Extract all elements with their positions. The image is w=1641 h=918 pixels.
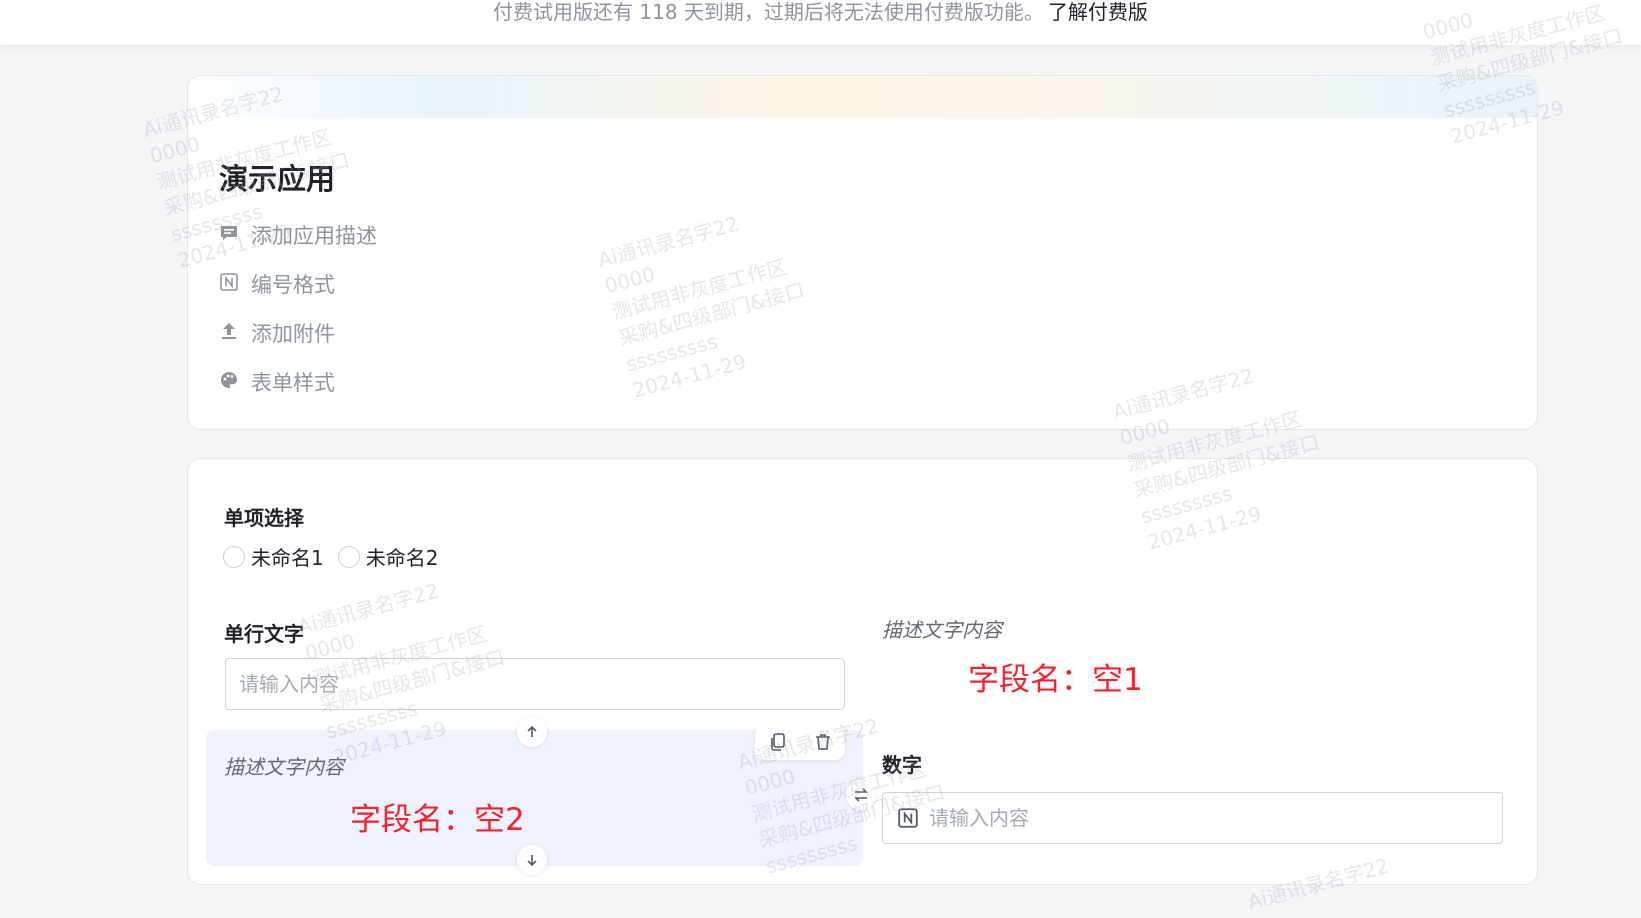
- number-format-button[interactable]: 编号格式: [219, 272, 377, 297]
- trial-banner-text: 付费试用版还有 118 天到期，过期后将无法使用付费版功能。: [493, 0, 1044, 24]
- comment-icon: [219, 223, 239, 248]
- swap-icon: [854, 788, 868, 802]
- move-down-button[interactable]: [517, 845, 547, 875]
- radio-option-2[interactable]: 未命名2: [337, 542, 439, 571]
- copy-icon: [770, 733, 785, 751]
- right-description-text: 描述文字内容: [882, 618, 1002, 642]
- app-card-banner: [188, 76, 1537, 118]
- app-title[interactable]: 演示应用: [219, 156, 335, 198]
- left-description-text: 描述文字内容: [224, 755, 344, 779]
- right-field-name-note: 字段名：空1: [968, 662, 1143, 698]
- single-text-input[interactable]: [225, 658, 845, 710]
- radio-circle[interactable]: [337, 545, 360, 568]
- add-app-description-label: 添加应用描述: [251, 224, 377, 248]
- number-input[interactable]: [929, 806, 1489, 830]
- learn-paid-version-link[interactable]: 了解付费版: [1048, 0, 1148, 24]
- app-settings-menu: 添加应用描述 编号格式 添加附件 表单样式: [219, 223, 377, 395]
- radio-option-label: 未命名2: [365, 546, 439, 570]
- form-style-label: 表单样式: [251, 371, 335, 395]
- arrow-up-icon: [527, 725, 537, 737]
- move-up-button[interactable]: [517, 717, 547, 747]
- add-attachment-button[interactable]: 添加附件: [219, 321, 377, 346]
- radio-option-label: 未命名1: [251, 546, 324, 570]
- trash-icon: [815, 734, 830, 750]
- radio-field-label: 单项选择: [224, 506, 304, 530]
- number-field-label: 数字: [882, 753, 922, 777]
- single-text-field-label: 单行文字: [224, 622, 304, 646]
- swap-column-button[interactable]: [846, 780, 876, 810]
- add-attachment-label: 添加附件: [251, 322, 335, 346]
- delete-button[interactable]: [811, 730, 835, 754]
- number-format-label: 编号格式: [251, 273, 335, 297]
- number-format-icon: [219, 272, 239, 297]
- number-format-icon: [898, 808, 918, 828]
- upload-icon: [219, 321, 239, 346]
- left-field-name-note: 字段名：空2: [350, 802, 525, 838]
- block-toolbar: [755, 724, 845, 760]
- radio-circle[interactable]: [223, 545, 245, 568]
- form-canvas: 单项选择 未命名1 未命名2 单行文字 描述文字内容 字段名：空1 描述文字内容…: [187, 458, 1538, 885]
- copy-button[interactable]: [766, 730, 790, 754]
- form-style-button[interactable]: 表单样式: [219, 370, 377, 395]
- add-app-description-button[interactable]: 添加应用描述: [219, 223, 377, 248]
- app-info-card: 演示应用 添加应用描述 编号格式 添加附件 表单样式: [187, 75, 1538, 430]
- trial-banner: 付费试用版还有 118 天到期，过期后将无法使用付费版功能。 了解付费版: [0, 0, 1641, 45]
- arrow-down-icon: [527, 855, 537, 867]
- radio-group: 未命名1 未命名2: [223, 542, 438, 571]
- palette-icon: [219, 370, 239, 395]
- selected-description-block[interactable]: 描述文字内容 字段名：空2: [206, 717, 876, 875]
- number-input-field[interactable]: [882, 792, 1503, 844]
- radio-option-1[interactable]: 未命名1: [223, 542, 324, 571]
